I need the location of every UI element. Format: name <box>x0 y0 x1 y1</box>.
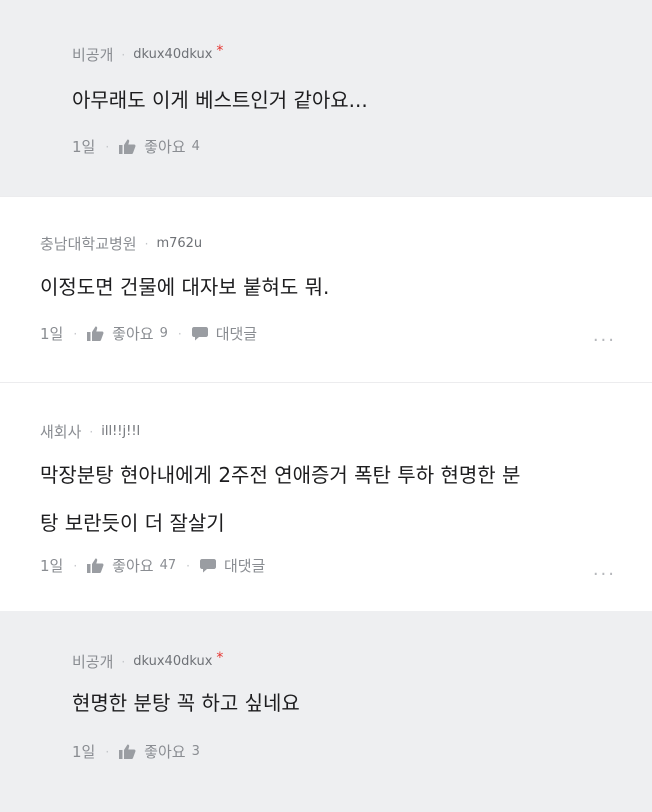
comment-3: 새회사 · ill!!j!!l 막장분탕 현아내에게 2주전 연애증거 폭탄 투… <box>0 383 652 611</box>
comment-text-line: 막장분탕 현아내에게 2주전 연애증거 폭탄 투하 현명한 분 <box>40 463 521 487</box>
comment-header: 새회사 · ill!!j!!l <box>40 421 140 442</box>
comment-meta: 1일 · 좋아요 4 <box>72 136 200 157</box>
reply-button[interactable]: 대댓글 <box>191 323 258 344</box>
like-button[interactable]: 좋아요 3 <box>119 741 200 762</box>
comment-2: 충남대학교병원 · m762u 이정도면 건물에 대자보 붙혀도 뭐. 1일 ·… <box>0 197 652 382</box>
nickname[interactable]: ill!!j!!l <box>101 424 140 439</box>
author-name[interactable]: 비공개 <box>72 44 113 65</box>
separator-dot: · <box>73 326 78 341</box>
author-name[interactable]: 새회사 <box>40 421 81 442</box>
like-count: 9 <box>159 326 168 341</box>
reply-label: 대댓글 <box>223 557 266 575</box>
like-label: 좋아요 <box>112 325 154 343</box>
thumbs-up-icon <box>119 139 136 154</box>
comment-text: 아무래도 이게 베스트인거 같아요... <box>72 88 368 112</box>
separator-dot: · <box>121 654 126 669</box>
like-button[interactable]: 좋아요 47 <box>87 555 176 576</box>
comment-meta: 1일 · 좋아요 3 <box>72 741 200 762</box>
nickname[interactable]: dkux40dkux <box>133 47 212 62</box>
reply-button[interactable]: 대댓글 <box>199 555 266 576</box>
like-button[interactable]: 좋아요 9 <box>87 323 168 344</box>
author-star-icon: * <box>216 42 224 59</box>
comment-time: 1일 <box>40 325 64 343</box>
separator-dot: · <box>186 558 190 573</box>
comment-header: 비공개 · dkux40dkux * <box>72 42 224 65</box>
separator-dot: · <box>144 236 149 251</box>
comment-meta: 1일 · 좋아요 9 · 대댓글 <box>40 323 257 344</box>
separator-dot: · <box>121 47 126 62</box>
comment-text: 이정도면 건물에 대자보 붙혀도 뭐. <box>40 275 330 299</box>
author-name[interactable]: 충남대학교병원 <box>40 233 137 254</box>
comment-time: 1일 <box>72 138 96 156</box>
separator-dot: · <box>105 744 110 759</box>
comment-header: 비공개 · dkux40dkux * <box>72 649 224 672</box>
speech-bubble-icon <box>191 326 208 341</box>
like-count: 4 <box>191 139 200 154</box>
nickname[interactable]: dkux40dkux <box>133 654 212 669</box>
like-count: 47 <box>159 558 177 573</box>
separator-dot: · <box>105 139 110 154</box>
more-icon[interactable]: ... <box>593 559 616 580</box>
author-star-icon: * <box>216 649 224 666</box>
comment-text: 막장분탕 현아내에게 2주전 연애증거 폭탄 투하 현명한 분 탕 보란듯이 더… <box>40 455 630 543</box>
comment-time: 1일 <box>72 743 96 761</box>
like-count: 3 <box>191 744 200 759</box>
reply-comment-1: 비공개 · dkux40dkux * 아무래도 이게 베스트인거 같아요... … <box>0 0 652 196</box>
comment-time: 1일 <box>40 557 64 575</box>
comment-header: 충남대학교병원 · m762u <box>40 233 202 254</box>
like-label: 좋아요 <box>144 138 186 156</box>
comment-text: 현명한 분탕 꼭 하고 싶네요 <box>72 691 300 715</box>
thumbs-up-icon <box>87 326 104 341</box>
reply-label: 대댓글 <box>215 325 258 343</box>
comment-meta: 1일 · 좋아요 47 · 대댓글 <box>40 555 265 576</box>
thumbs-up-icon <box>87 558 104 573</box>
separator-dot: · <box>89 424 94 439</box>
like-label: 좋아요 <box>112 557 154 575</box>
separator-dot: · <box>73 558 78 573</box>
thumbs-up-icon <box>119 744 136 759</box>
author-name[interactable]: 비공개 <box>72 651 113 672</box>
more-icon[interactable]: ... <box>593 325 616 346</box>
separator-dot: · <box>177 326 182 341</box>
nickname[interactable]: m762u <box>156 236 202 251</box>
like-label: 좋아요 <box>144 743 186 761</box>
comment-text-line: 탕 보란듯이 더 잘살기 <box>40 511 225 535</box>
reply-comment-4: 비공개 · dkux40dkux * 현명한 분탕 꼭 하고 싶네요 1일 · … <box>0 611 652 812</box>
speech-bubble-icon <box>199 558 216 573</box>
like-button[interactable]: 좋아요 4 <box>119 136 200 157</box>
